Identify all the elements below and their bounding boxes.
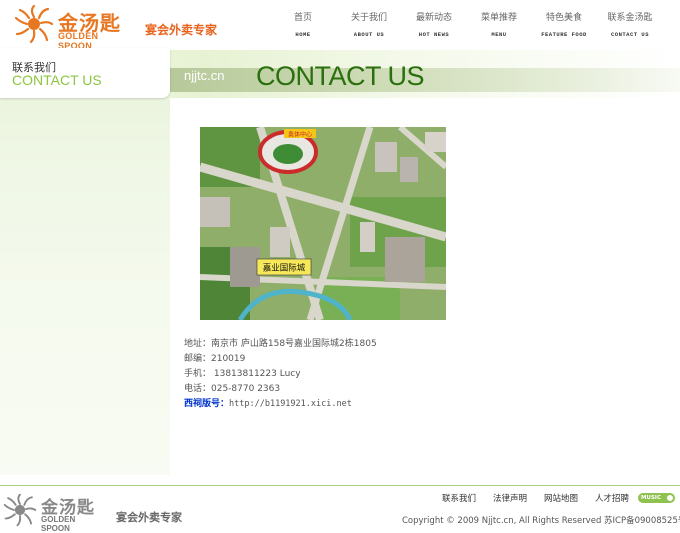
site-header: 金汤匙 GOLDEN SPOON 宴会外卖专家 首页 HOME 关于我们 ABO… bbox=[0, 0, 680, 51]
banner-site-tag: njjtc.cn bbox=[184, 68, 225, 83]
site-footer: 金汤匙 GOLDEN SPOON 宴会外卖专家 联系我们 法律声明 网站地图 人… bbox=[0, 486, 680, 533]
nav-label-en: HOT NEWS bbox=[418, 31, 450, 38]
ad-label: 西祠版号： bbox=[184, 399, 230, 409]
footer-link-legal[interactable]: 法律声明 bbox=[493, 492, 527, 504]
contact-mobile: 手机： 13813811223 Lucy bbox=[184, 369, 301, 379]
contact-address: 地址：南京市 庐山路158号嘉业国际城2栋1805 bbox=[184, 339, 377, 349]
contact-phone: 电话：025-8770 2363 bbox=[184, 384, 281, 394]
site-logo[interactable]: 金汤匙 GOLDEN SPOON bbox=[14, 4, 134, 51]
banner-stripe bbox=[170, 68, 680, 92]
footer-logo-en: GOLDEN SPOON bbox=[41, 515, 76, 533]
nav-label-zh: 关于我们 bbox=[350, 13, 387, 23]
sidebar bbox=[0, 50, 170, 475]
footer-link-contact[interactable]: 联系我们 bbox=[442, 492, 476, 504]
sidebar-title-en: CONTACT US bbox=[12, 72, 102, 88]
sun-logo-icon bbox=[14, 4, 54, 44]
header-slogan: 宴会外卖专家 bbox=[145, 23, 218, 37]
music-toggle-button[interactable]: MUSIC bbox=[638, 493, 675, 503]
nav-contact-us[interactable]: 联系金汤匙 CONTACT US bbox=[597, 12, 663, 38]
footer-link-jobs[interactable]: 人才招聘 bbox=[595, 492, 629, 504]
footer-slogan: 宴会外卖专家 bbox=[116, 511, 182, 524]
nav-label-en: MENU bbox=[491, 31, 507, 38]
map-landmark-label: 嘉业国际城 bbox=[263, 263, 306, 274]
nav-label-en: FEATURE FOOD bbox=[541, 31, 587, 38]
contact-postcode: 邮编：210019 bbox=[184, 354, 246, 364]
main-nav: 首页 HOME 关于我们 ABOUT US 最新动态 HOT NEWS 菜单推荐… bbox=[270, 12, 670, 42]
nav-label-zh: 首页 bbox=[293, 13, 312, 23]
map-illustration: 奥体中心 嘉业国际城 bbox=[200, 127, 446, 320]
play-icon bbox=[667, 495, 673, 501]
location-map: 奥体中心 嘉业国际城 bbox=[200, 127, 446, 320]
nav-label-en: CONTACT US bbox=[610, 31, 649, 38]
contact-ad-row: 西祠版号：http://b1191921.xici.net bbox=[184, 397, 377, 412]
footer-link-sitemap[interactable]: 网站地图 bbox=[544, 492, 578, 504]
nav-label-en: HOME bbox=[295, 31, 311, 38]
sidebar-heading: 联系我们 CONTACT US bbox=[0, 48, 170, 98]
nav-label-en: ABOUT US bbox=[353, 31, 385, 38]
sun-logo-icon bbox=[3, 493, 37, 527]
copyright-text: Copyright © 2009 Njjtc.cn, All Rights Re… bbox=[402, 516, 680, 526]
music-label: MUSIC bbox=[641, 495, 661, 501]
nav-about-us[interactable]: 关于我们 ABOUT US bbox=[336, 12, 402, 38]
page-title: CONTACT US bbox=[256, 61, 425, 91]
nav-hot-news[interactable]: 最新动态 HOT NEWS bbox=[401, 12, 467, 38]
ad-link[interactable]: http://b1191921.xici.net bbox=[229, 399, 352, 409]
nav-home[interactable]: 首页 HOME bbox=[270, 12, 336, 38]
nav-label-zh: 最新动态 bbox=[415, 13, 452, 23]
footer-logo[interactable]: 金汤匙 GOLDEN SPOON bbox=[3, 491, 103, 533]
nav-feature-food[interactable]: 特色美食 FEATURE FOOD bbox=[531, 12, 597, 38]
contact-info: 地址：南京市 庐山路158号嘉业国际城2栋1805 邮编：210019 手机： … bbox=[184, 337, 377, 412]
map-stadium-label: 奥体中心 bbox=[288, 131, 312, 139]
nav-menu[interactable]: 菜单推荐 MENU bbox=[466, 12, 532, 38]
nav-label-zh: 菜单推荐 bbox=[480, 13, 517, 23]
nav-label-zh: 联系金汤匙 bbox=[607, 13, 653, 23]
nav-label-zh: 特色美食 bbox=[545, 13, 582, 23]
